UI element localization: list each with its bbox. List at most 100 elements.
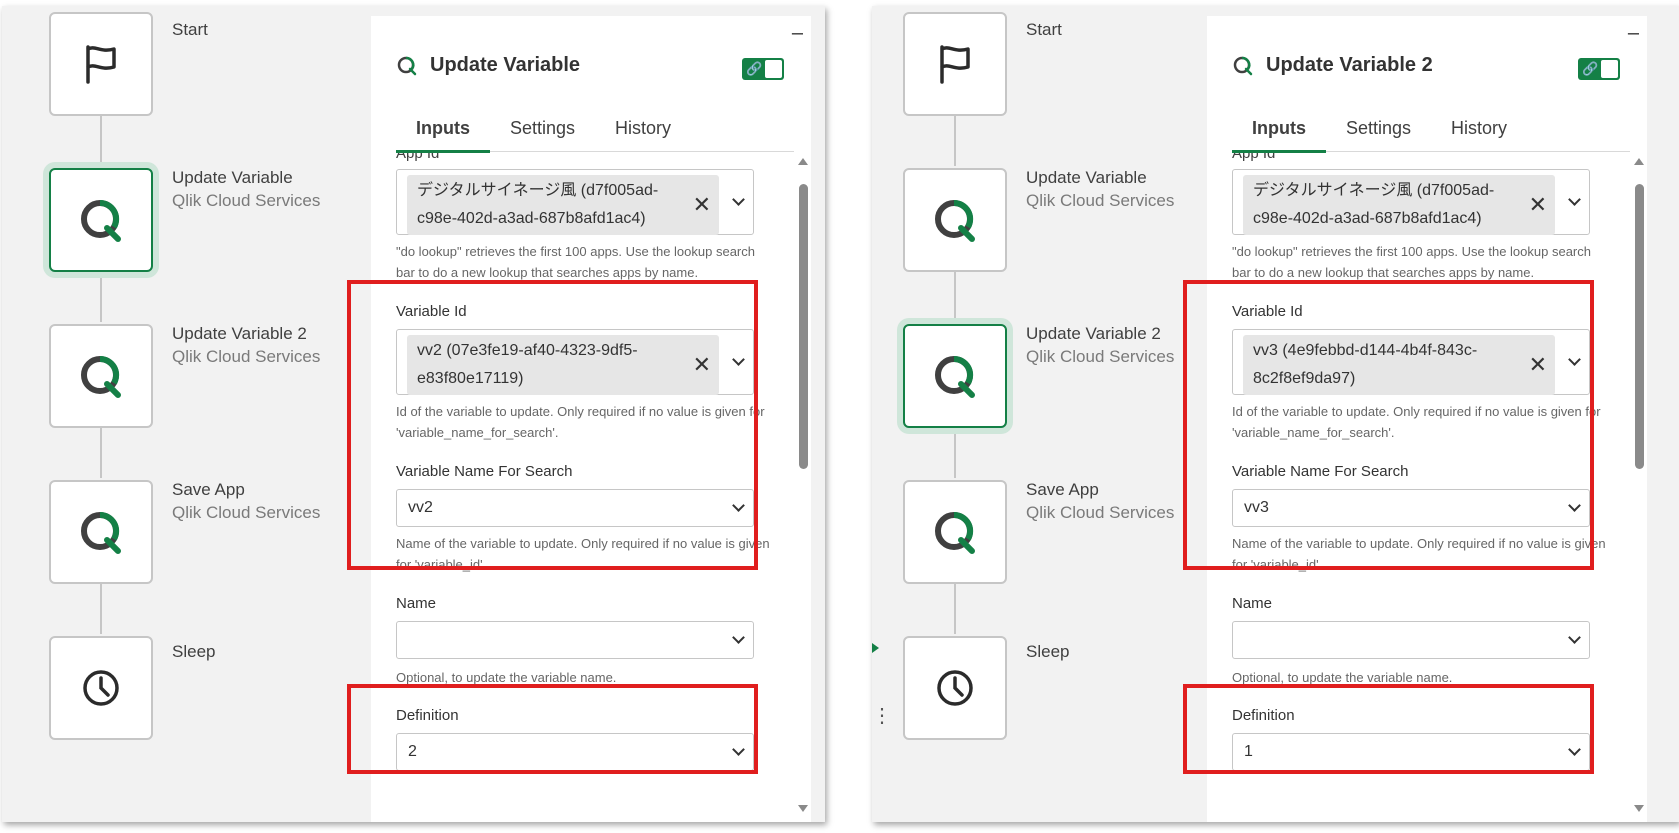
minimize-button[interactable]: – (792, 23, 803, 43)
node-title: Sleep (172, 642, 216, 661)
tab-inputs[interactable]: Inputs (1232, 108, 1326, 153)
flow-node-label: Update Variable 2 Qlik Cloud Services (172, 322, 320, 368)
flow-connector (954, 426, 956, 478)
node-title: Save App (172, 480, 245, 499)
name-select[interactable] (396, 621, 754, 659)
chevron-down-icon[interactable] (732, 193, 745, 206)
scroll-down-arrow[interactable] (1634, 805, 1644, 812)
scrollbar-thumb[interactable] (1635, 184, 1644, 469)
minimize-button[interactable]: – (1628, 23, 1639, 43)
highlight-box (347, 684, 758, 774)
app-id-help: "do lookup" retrieves the first 100 apps… (396, 244, 755, 280)
name-label: Name (1232, 595, 1273, 612)
tab-bar: Inputs Settings History (1232, 108, 1630, 153)
flow-node-label: Update Variable Qlik Cloud Services (172, 166, 320, 212)
flow-connector (954, 582, 956, 634)
qlik-icon (81, 199, 121, 242)
flow-node-label: Save App Qlik Cloud Services (172, 478, 320, 524)
tab-settings[interactable]: Settings (1326, 108, 1431, 151)
chevron-down-icon[interactable] (1568, 193, 1581, 206)
qlik-icon (1233, 56, 1253, 75)
node-subtitle: Qlik Cloud Services (172, 347, 321, 366)
toggle-knob (765, 60, 782, 78)
node-title: Update Variable 2 (1026, 324, 1161, 343)
app-id-select[interactable]: デジタルサイネージ風 (d7f005ad-c98e-402d-a3ad-687b… (1232, 169, 1590, 235)
app-id-value: デジタルサイネージ風 (d7f005ad-c98e-402d-a3ad-687b… (1253, 182, 1495, 227)
node-subtitle: Qlik Cloud Services (172, 191, 321, 210)
qlik-icon (397, 56, 417, 75)
chevron-down-icon[interactable] (732, 631, 745, 644)
panel-title: Update Variable (430, 54, 581, 76)
clock-icon (83, 670, 119, 706)
node-title: Update Variable 2 (172, 324, 307, 343)
flow-connector (954, 114, 956, 166)
app-id-chip: デジタルサイネージ風 (d7f005ad-c98e-402d-a3ad-687b… (1243, 175, 1555, 235)
clear-icon[interactable]: ✕ (693, 191, 711, 219)
scroll-up-arrow[interactable] (1634, 158, 1644, 165)
link-toggle[interactable]: 🔗 (1578, 58, 1620, 80)
scrollbar-thumb[interactable] (799, 184, 808, 469)
node-title: Update Variable (172, 168, 293, 187)
more-options-icon[interactable]: ⋮ (872, 706, 892, 726)
app-id-select[interactable]: デジタルサイネージ風 (d7f005ad-c98e-402d-a3ad-687b… (396, 169, 754, 235)
node-subtitle: Qlik Cloud Services (1026, 191, 1175, 210)
qlik-icon (935, 511, 975, 554)
flow-node-label: Sleep (1026, 640, 1069, 663)
link-icon: 🔗 (1582, 61, 1599, 76)
highlight-box (347, 280, 758, 570)
tab-settings[interactable]: Settings (490, 108, 595, 151)
flow-connector (954, 270, 956, 322)
flow-node-start[interactable] (903, 12, 1007, 116)
flag-icon (86, 45, 116, 84)
node-title: Save App (1026, 480, 1099, 499)
flow-node-update-variable-2[interactable] (49, 324, 153, 428)
flow-node-update-variable-2[interactable] (903, 324, 1007, 428)
tab-inputs[interactable]: Inputs (396, 108, 490, 153)
chevron-down-icon[interactable] (1568, 631, 1581, 644)
qlik-icon (935, 199, 975, 242)
flow-connector (100, 426, 102, 478)
qlik-icon (935, 355, 975, 398)
app-id-label: App Id (396, 153, 440, 162)
flow-node-start[interactable] (49, 12, 153, 116)
node-subtitle: Qlik Cloud Services (1026, 347, 1175, 366)
flow-node-update-variable[interactable] (903, 168, 1007, 272)
node-title: Start (1026, 20, 1062, 39)
node-title: Sleep (1026, 642, 1070, 661)
node-subtitle: Qlik Cloud Services (1026, 503, 1175, 522)
flow-arrow-icon (872, 643, 879, 653)
flag-icon (940, 45, 970, 84)
link-icon: 🔗 (746, 61, 763, 76)
qlik-icon (81, 355, 121, 398)
screenshot-right: ⋮ Start Update Variable Qlik Cloud Servi… (872, 6, 1679, 822)
flow-node-save-app[interactable] (903, 480, 1007, 584)
name-label: Name (396, 595, 437, 612)
scroll-down-arrow[interactable] (798, 805, 808, 812)
flow-connector (100, 270, 102, 322)
flow-connector (100, 582, 102, 634)
scroll-up-arrow[interactable] (798, 158, 808, 165)
flow-node-label: Update Variable Qlik Cloud Services (1026, 166, 1174, 212)
panel-title: Update Variable 2 (1266, 54, 1433, 76)
node-title: Start (172, 20, 208, 39)
app-id-value: デジタルサイネージ風 (d7f005ad-c98e-402d-a3ad-687b… (417, 182, 659, 227)
tab-history[interactable]: History (1431, 108, 1527, 151)
clock-icon (937, 670, 973, 706)
flow-node-label: Sleep (172, 640, 215, 663)
flow-connector (100, 114, 102, 166)
flow-node-update-variable[interactable] (49, 168, 153, 272)
tab-bar: Inputs Settings History (396, 108, 794, 153)
name-select[interactable] (1232, 621, 1590, 659)
node-subtitle: Qlik Cloud Services (172, 503, 321, 522)
clear-icon[interactable]: ✕ (1529, 191, 1547, 219)
app-id-chip: デジタルサイネージ風 (d7f005ad-c98e-402d-a3ad-687b… (407, 175, 719, 235)
tab-history[interactable]: History (595, 108, 691, 151)
toggle-knob (1601, 60, 1618, 78)
flow-node-sleep[interactable] (49, 636, 153, 740)
flow-node-save-app[interactable] (49, 480, 153, 584)
flow-node-label: Start (172, 18, 208, 41)
flow-node-sleep[interactable] (903, 636, 1007, 740)
link-toggle[interactable]: 🔗 (742, 58, 784, 80)
panel-header: Update Variable (396, 54, 580, 77)
panel-header: Update Variable 2 (1232, 54, 1433, 77)
